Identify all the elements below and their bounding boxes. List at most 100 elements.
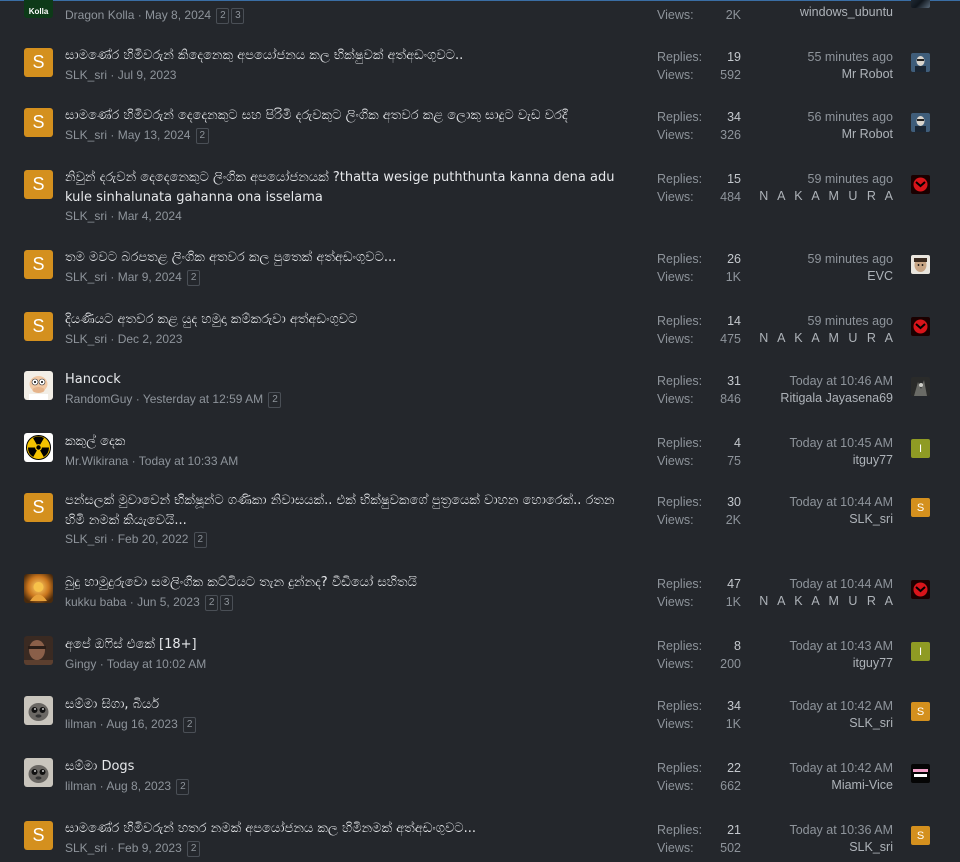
thread-title[interactable]: දියණියට අතවර කළ යුද හමුදා කම්කරුවා අත්අඩ…	[65, 310, 635, 330]
last-post-time[interactable]: Today at 10:46 AM	[789, 373, 893, 389]
last-poster[interactable]: N A K A M U R A	[759, 593, 896, 609]
thread-author[interactable]: SLK_sri	[65, 270, 107, 284]
thread-author[interactable]: SLK_sri	[65, 209, 107, 223]
last-poster-avatar[interactable]: I	[911, 642, 930, 661]
thread-author[interactable]: SLK_sri	[65, 841, 107, 855]
avatar[interactable]: S	[24, 821, 53, 850]
thread-author[interactable]: Gingy	[65, 657, 96, 671]
last-post-time[interactable]: Today at 10:43 AM	[789, 638, 893, 654]
last-poster-avatar[interactable]	[911, 580, 930, 599]
last-poster-avatar[interactable]	[911, 317, 930, 336]
last-post-time[interactable]: Today at 10:42 AM	[789, 698, 893, 714]
last-post-time[interactable]: Today at 10:44 AM	[789, 576, 893, 592]
thread-date[interactable]: Today at 10:02 AM	[107, 657, 206, 671]
avatar[interactable]: S	[24, 170, 53, 199]
thread-author[interactable]: SLK_sri	[65, 332, 107, 346]
page-link[interactable]: 2	[187, 269, 201, 286]
last-poster[interactable]: Ritigala Jayasena69	[780, 390, 893, 406]
thread-date[interactable]: Feb 9, 2023	[118, 841, 182, 855]
last-post-time[interactable]: 59 minutes ago	[808, 171, 893, 187]
last-poster-avatar[interactable]	[911, 377, 930, 396]
avatar[interactable]	[24, 758, 53, 787]
thread-author[interactable]: SLK_sri	[65, 68, 107, 82]
thread-date[interactable]: Feb 20, 2022	[118, 532, 189, 546]
thread-author[interactable]: SLK_sri	[65, 128, 107, 142]
thread-date[interactable]: Mar 9, 2024	[118, 270, 182, 284]
thread-title[interactable]: Hancock	[65, 370, 635, 390]
last-poster[interactable]: SLK_sri	[849, 511, 893, 527]
page-link[interactable]: 2	[183, 716, 197, 733]
thread-author[interactable]: lilman	[65, 717, 96, 731]
last-poster-avatar[interactable]	[911, 175, 930, 194]
thread-title[interactable]: සම්මා Dogs	[65, 757, 635, 777]
thread-date[interactable]: Jul 9, 2023	[118, 68, 177, 82]
thread-date[interactable]: Aug 8, 2023	[106, 779, 171, 793]
thread-title[interactable]: නිවුන් දරුවන් දෙදෙනෙකුට ලිංගික අපයෝජනයක්…	[65, 168, 635, 208]
thread-date[interactable]: Dec 2, 2023	[118, 332, 183, 346]
last-poster[interactable]: Miami-Vice	[831, 777, 893, 793]
last-post-time[interactable]: Today at 10:44 AM	[789, 494, 893, 510]
last-poster-avatar[interactable]: S	[911, 826, 930, 845]
last-poster[interactable]: windows_ubuntu	[800, 4, 893, 20]
thread-title[interactable]: සාමණේර හිමිවරුන් දෙදෙනකුට සහ පිරිමි දරුව…	[65, 106, 635, 126]
last-poster-avatar[interactable]	[911, 255, 930, 274]
thread-date[interactable]: Today at 10:33 AM	[139, 454, 238, 468]
thread-title[interactable]: සාමණේර හිමිවරුන් හතර නමක් අපයෝජනය කල හිම…	[65, 819, 635, 839]
last-poster[interactable]: EVC	[867, 268, 893, 284]
avatar[interactable]: Kolla	[24, 0, 53, 18]
avatar[interactable]	[24, 371, 53, 400]
last-poster-avatar[interactable]	[911, 0, 930, 8]
page-link[interactable]: 2	[195, 127, 209, 144]
thread-author[interactable]: Mr.Wikirana	[65, 454, 128, 468]
last-poster[interactable]: SLK_sri	[849, 715, 893, 731]
last-poster[interactable]: Mr Robot	[842, 66, 893, 82]
last-post-time[interactable]: 59 minutes ago	[808, 313, 893, 329]
last-poster[interactable]: Mr Robot	[842, 126, 893, 142]
thread-title[interactable]: තම මවට බරපතළ ලිංගික අතවර කල පුතෙක් අත්අඩ…	[65, 248, 635, 268]
last-poster[interactable]: N A K A M U R A	[759, 188, 896, 204]
thread-author[interactable]: Dragon Kolla	[65, 8, 134, 22]
thread-date[interactable]: Jun 5, 2023	[137, 595, 200, 609]
last-post-time[interactable]: 56 minutes ago	[808, 109, 893, 125]
avatar[interactable]	[24, 696, 53, 725]
last-poster-avatar[interactable]: S	[911, 498, 930, 517]
last-poster[interactable]: itguy77	[853, 655, 893, 671]
thread-date[interactable]: Mar 4, 2024	[118, 209, 182, 223]
avatar[interactable]	[24, 574, 53, 603]
page-link[interactable]: 2	[176, 778, 190, 795]
avatar[interactable]: S	[24, 250, 53, 279]
thread-date[interactable]: Yesterday at 12:59 AM	[143, 392, 263, 406]
last-poster-avatar[interactable]	[911, 764, 930, 783]
last-poster[interactable]: N A K A M U R A	[759, 330, 896, 346]
last-post-time[interactable]: Today at 10:36 AM	[789, 822, 893, 838]
last-poster-avatar[interactable]: I	[911, 439, 930, 458]
avatar[interactable]	[24, 636, 53, 665]
avatar[interactable]: S	[24, 312, 53, 341]
last-poster-avatar[interactable]: S	[911, 702, 930, 721]
thread-author[interactable]: RandomGuy	[65, 392, 132, 406]
thread-title[interactable]: බුදු හාමුදුරුවො සමලිංගික කට්ටියට තැන දුන…	[65, 573, 635, 593]
last-post-time[interactable]: Today at 10:45 AM	[789, 435, 893, 451]
thread-title[interactable]: සාමණේර හිමිවරුන් කිදෙනෙකු අපයෝජනය කල භික…	[65, 46, 635, 66]
thread-title[interactable]: අපේ ඔෆිස් එකේ [18+]	[65, 635, 635, 655]
avatar[interactable]	[24, 433, 53, 462]
thread-author[interactable]: kukku baba	[65, 595, 126, 609]
last-post-time[interactable]: 59 minutes ago	[808, 251, 893, 267]
thread-date[interactable]: Aug 16, 2023	[106, 717, 177, 731]
page-link[interactable]: 2	[268, 391, 282, 408]
thread-author[interactable]: lilman	[65, 779, 96, 793]
last-poster-avatar[interactable]	[911, 53, 930, 72]
thread-title[interactable]: කකුල් දෙක	[65, 432, 635, 452]
avatar[interactable]: S	[24, 48, 53, 77]
thread-title[interactable]: සම්මා සිගා, බියර්	[65, 695, 635, 715]
thread-date[interactable]: May 8, 2024	[145, 8, 211, 22]
page-link[interactable]: 3	[231, 7, 245, 24]
thread-title[interactable]: පන්සලක් මුවාවෙන් භික්ෂූන්ට ගණිකා නිවාසයක…	[65, 491, 635, 531]
last-post-time[interactable]: Today at 10:42 AM	[789, 760, 893, 776]
last-poster-avatar[interactable]	[911, 113, 930, 132]
page-link[interactable]: 3	[220, 594, 234, 611]
last-post-time[interactable]: 55 minutes ago	[808, 49, 893, 65]
avatar[interactable]: S	[24, 108, 53, 137]
page-link[interactable]: 2	[193, 531, 207, 548]
last-poster[interactable]: SLK_sri	[849, 839, 893, 855]
